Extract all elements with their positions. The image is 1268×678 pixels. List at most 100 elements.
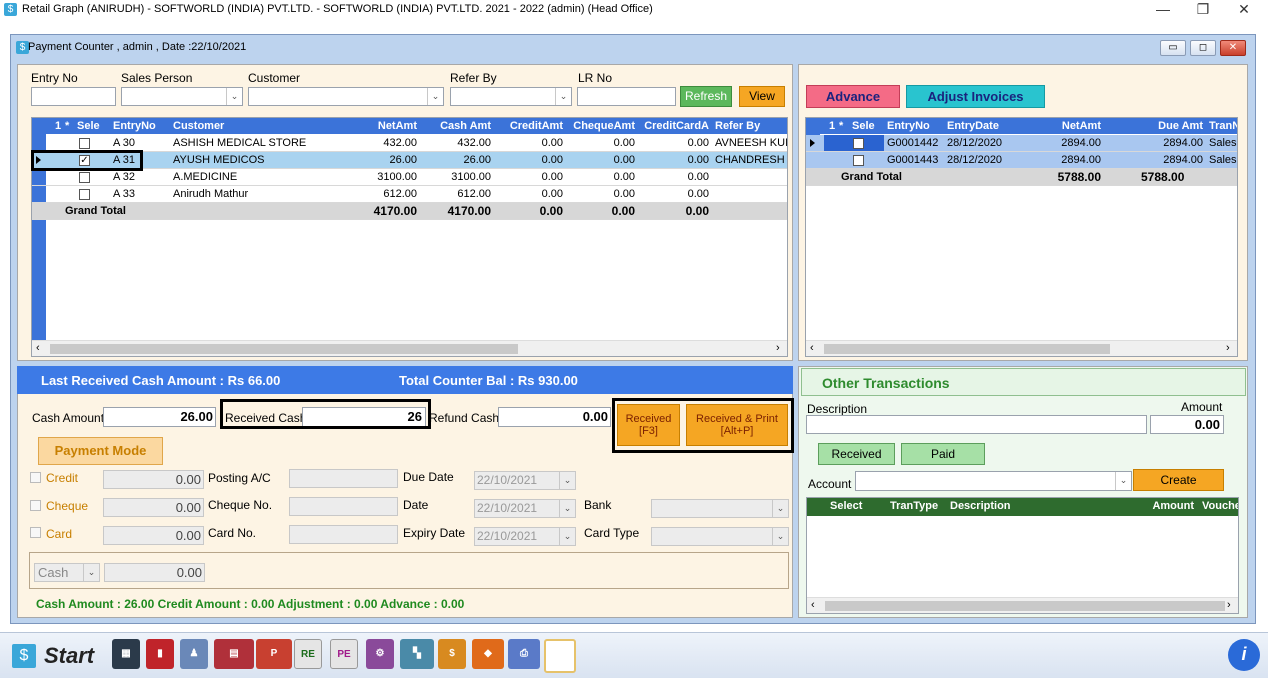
header-description[interactable]: Description	[947, 498, 1067, 514]
received-button[interactable]: Received [F3]	[617, 404, 680, 446]
header-sele[interactable]: Sele	[849, 118, 883, 134]
scrollbar-thumb[interactable]	[50, 344, 518, 354]
red-book-icon[interactable]: ▮	[146, 639, 174, 669]
shapes-icon[interactable]: ◆	[472, 639, 504, 669]
credit-checkbox[interactable]	[30, 472, 41, 483]
header-entry-date[interactable]: EntryDate	[944, 118, 1014, 134]
minimize-button[interactable]: —	[1143, 0, 1183, 20]
card-type-combo[interactable]: ⌄	[651, 527, 789, 546]
cheque-checkbox[interactable]	[30, 500, 41, 511]
other-transactions-grid[interactable]: Select TranType Description Amount Vouch…	[806, 497, 1239, 614]
received-print-button[interactable]: Received & Print [Alt+P]	[686, 404, 788, 446]
entry-no-input[interactable]	[31, 87, 116, 106]
table-row[interactable]: G0001442 28/12/2020 2894.00 2894.00 Sale…	[806, 135, 1237, 152]
scrollbar-thumb[interactable]	[824, 344, 1110, 354]
header-customer[interactable]: Customer	[170, 118, 348, 134]
header-entry-no[interactable]: EntryNo	[110, 118, 168, 134]
horizontal-scrollbar[interactable]: ‹ ›	[806, 340, 1237, 356]
mdi-restore-button[interactable]: ◻	[1190, 40, 1216, 56]
row-select-checkbox[interactable]	[853, 155, 864, 166]
header-amount[interactable]: Amount	[1107, 498, 1197, 514]
table-row[interactable]: A 33 Anirudh Mathur 612.00 612.00 0.00 0…	[32, 186, 787, 203]
chevron-down-icon[interactable]: ⌄	[83, 564, 99, 581]
sales-person-combo[interactable]: ⌄	[121, 87, 243, 106]
scroll-right-icon[interactable]: ›	[776, 342, 780, 354]
row-select-checkbox[interactable]	[79, 138, 90, 149]
header-net-amt[interactable]: NetAmt	[1014, 118, 1104, 134]
lr-no-input[interactable]	[577, 87, 676, 106]
account-combo[interactable]: ⌄	[855, 471, 1132, 491]
blank-document-icon[interactable]	[544, 639, 576, 673]
print-icon[interactable]: ⎙	[508, 639, 540, 669]
customer-combo[interactable]: ⌄	[248, 87, 444, 106]
mode-amount-field[interactable]: 0.00	[104, 563, 205, 582]
horizontal-scrollbar[interactable]: ‹ ›	[807, 597, 1238, 613]
header-sele[interactable]: Sele	[74, 118, 108, 134]
chevron-down-icon[interactable]: ⌄	[772, 528, 788, 545]
cheque-amount-field[interactable]: 0.00	[103, 498, 204, 517]
chevron-down-icon[interactable]: ⌄	[559, 472, 575, 489]
chevron-down-icon[interactable]: ⌄	[1115, 472, 1131, 490]
inventory-icon[interactable]: ▚	[400, 639, 434, 669]
posting-ac-field[interactable]	[289, 469, 398, 488]
mdi-minimize-button[interactable]: ▭	[1160, 40, 1186, 56]
description-input[interactable]	[806, 415, 1147, 434]
purchase-icon[interactable]: P	[256, 639, 292, 669]
advance-button[interactable]: Advance	[806, 85, 900, 108]
header-due-amt[interactable]: Due Amt	[1104, 118, 1206, 134]
refresh-button[interactable]: Refresh	[680, 86, 732, 107]
expiry-date-picker[interactable]: 22/10/2021 ⌄	[474, 527, 576, 546]
invoice-grid[interactable]: 1 * Sele EntryNo Customer NetAmt Cash Am…	[31, 117, 788, 357]
settings-icon[interactable]: ⚙	[366, 639, 394, 669]
money-bag-icon[interactable]: $	[438, 639, 466, 669]
header-credit-amt[interactable]: CreditAmt	[494, 118, 566, 134]
scroll-right-icon[interactable]: ›	[1226, 342, 1230, 354]
scroll-left-icon[interactable]: ‹	[811, 599, 815, 611]
credit-amount-field[interactable]: 0.00	[103, 470, 204, 489]
scroll-left-icon[interactable]: ‹	[36, 342, 40, 354]
paid-button[interactable]: Paid	[901, 443, 985, 465]
scroll-right-icon[interactable]: ›	[1227, 599, 1231, 611]
header-tran-type[interactable]: TranType	[887, 498, 947, 514]
chevron-down-icon[interactable]: ⌄	[226, 88, 242, 105]
start-button[interactable]: $ Start	[8, 640, 104, 670]
cheque-no-field[interactable]	[289, 497, 398, 516]
scroll-left-icon[interactable]: ‹	[810, 342, 814, 354]
table-row[interactable]: G0001443 28/12/2020 2894.00 2894.00 Sale…	[806, 152, 1237, 169]
close-button[interactable]: ✕	[1224, 0, 1264, 20]
header-tran-name[interactable]: TranNa	[1206, 118, 1237, 134]
chevron-down-icon[interactable]: ⌄	[559, 528, 575, 545]
card-no-field[interactable]	[289, 525, 398, 544]
info-icon[interactable]: i	[1228, 639, 1260, 671]
chevron-down-icon[interactable]: ⌄	[559, 500, 575, 517]
header-select[interactable]: Select	[827, 498, 887, 514]
card-checkbox[interactable]	[30, 527, 41, 538]
cash-amount-field[interactable]: 26.00	[103, 407, 216, 427]
mode-select[interactable]: Cash ⌄	[34, 563, 100, 582]
chevron-down-icon[interactable]: ⌄	[427, 88, 443, 105]
adjust-invoice-grid[interactable]: 1 * Sele EntryNo EntryDate NetAmt Due Am…	[805, 117, 1238, 357]
mdi-close-button[interactable]: ✕	[1220, 40, 1246, 56]
row-select-checkbox[interactable]	[79, 172, 90, 183]
payment-mode-button[interactable]: Payment Mode	[38, 437, 163, 465]
calculator-icon[interactable]: ▦	[112, 639, 140, 669]
header-entry-no[interactable]: EntryNo	[884, 118, 944, 134]
row-select-checkbox[interactable]	[853, 138, 864, 149]
re-report-icon[interactable]: RE	[294, 639, 322, 669]
received-tran-button[interactable]: Received	[818, 443, 895, 465]
adjust-invoices-button[interactable]: Adjust Invoices	[906, 85, 1045, 108]
header-refer-by[interactable]: Refer By	[712, 118, 787, 134]
table-row[interactable]: ✓ A 31 AYUSH MEDICOS 26.00 26.00 0.00 0.…	[32, 152, 787, 169]
cashier-icon[interactable]: ♟	[180, 639, 208, 669]
chevron-down-icon[interactable]: ⌄	[772, 500, 788, 517]
scrollbar-thumb[interactable]	[825, 601, 1225, 611]
header-voucher[interactable]: Vouche	[1199, 498, 1238, 514]
header-cheque-amt[interactable]: ChequeAmt	[566, 118, 638, 134]
header-net-amt[interactable]: NetAmt	[348, 118, 420, 134]
view-button[interactable]: View	[739, 86, 785, 107]
table-row[interactable]: A 32 A.MEDICINE 3100.00 3100.00 0.00 0.0…	[32, 169, 787, 186]
header-credit-card[interactable]: CreditCardA	[638, 118, 712, 134]
ledger-book-icon[interactable]: ▤	[214, 639, 254, 669]
card-amount-field[interactable]: 0.00	[103, 526, 204, 545]
refer-by-combo[interactable]: ⌄	[450, 87, 572, 106]
